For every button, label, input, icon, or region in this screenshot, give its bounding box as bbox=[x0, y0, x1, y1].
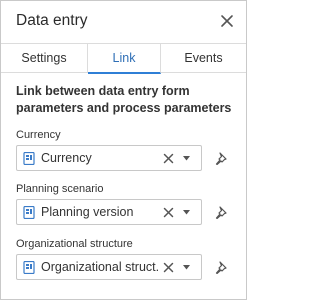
dictionary-icon bbox=[23, 152, 35, 165]
planning-scenario-label: Planning scenario bbox=[16, 183, 104, 195]
organizational-structure-label: Organizational structure bbox=[16, 238, 133, 250]
dictionary-icon bbox=[23, 261, 35, 274]
data-entry-panel: Data entry Settings Link Events Link bet… bbox=[0, 0, 247, 300]
planning-scenario-value: Planning version bbox=[41, 205, 134, 219]
chevron-down-icon[interactable] bbox=[183, 156, 190, 161]
chevron-down-icon[interactable] bbox=[183, 210, 190, 215]
close-icon[interactable] bbox=[218, 12, 236, 30]
organizational-structure-value: Organizational struct... bbox=[41, 260, 159, 274]
currency-value: Currency bbox=[41, 151, 92, 165]
organizational-structure-combobox[interactable]: Organizational struct... bbox=[16, 254, 202, 280]
panel-header: Data entry bbox=[1, 1, 246, 43]
pin-icon[interactable] bbox=[215, 152, 227, 165]
dictionary-icon bbox=[23, 206, 35, 219]
pin-icon[interactable] bbox=[215, 261, 227, 274]
clear-icon[interactable] bbox=[163, 153, 174, 164]
tab-settings[interactable]: Settings bbox=[1, 44, 88, 73]
planning-scenario-combobox[interactable]: Planning version bbox=[16, 199, 202, 225]
pin-icon[interactable] bbox=[215, 206, 227, 219]
chevron-down-icon[interactable] bbox=[183, 265, 190, 270]
clear-icon[interactable] bbox=[163, 207, 174, 218]
tab-events[interactable]: Events bbox=[161, 44, 246, 73]
link-description: Link between data entry form parameters … bbox=[16, 84, 232, 115]
panel-title: Data entry bbox=[16, 12, 88, 29]
tab-bar: Settings Link Events bbox=[1, 43, 246, 74]
currency-label: Currency bbox=[16, 129, 61, 141]
clear-icon[interactable] bbox=[163, 262, 174, 273]
tab-link[interactable]: Link bbox=[88, 44, 161, 74]
currency-combobox[interactable]: Currency bbox=[16, 145, 202, 171]
